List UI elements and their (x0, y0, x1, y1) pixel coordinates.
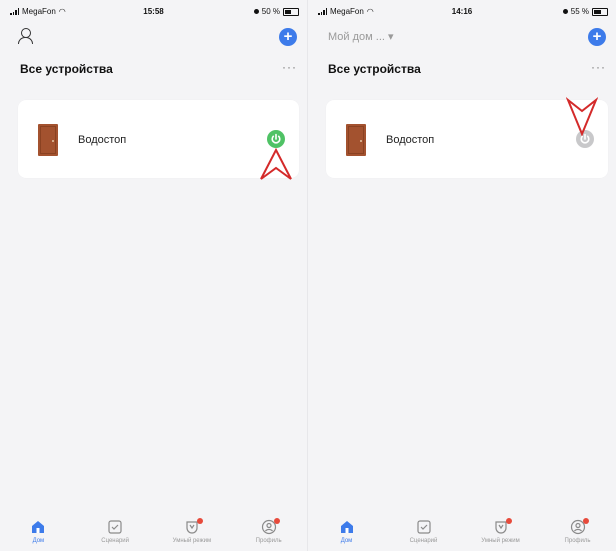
tab-label: Дом (340, 538, 353, 544)
tab-bar: Дом Сценарий Умный режим Профиль (0, 513, 307, 551)
tab-label: Профиль (255, 538, 282, 544)
tab-label: Умный режим (481, 538, 520, 544)
top-bar: Мой дом ... ▾ + (308, 24, 616, 50)
top-bar: + (0, 24, 307, 50)
status-bar: MegaFon ◠ 14:16 55 % (308, 0, 616, 22)
add-device-button[interactable]: + (279, 28, 297, 46)
tab-scenario[interactable]: Сценарий (389, 519, 459, 544)
tab-bar: Дом Сценарий Умный режим Профиль (308, 513, 616, 551)
notification-badge (196, 518, 203, 524)
tab-scenario[interactable]: Сценарий (80, 519, 150, 544)
section-title: Все устройства (20, 62, 113, 76)
add-device-button[interactable]: + (588, 28, 606, 46)
profile-icon (570, 518, 589, 535)
user-icon[interactable] (18, 28, 33, 44)
tab-profile[interactable]: Профиль (234, 518, 304, 544)
annotation-arrow-down (566, 97, 598, 136)
more-options-icon[interactable]: ··· (591, 60, 606, 74)
profile-icon (261, 518, 280, 535)
status-bar: MegaFon ◠ 15:58 50 % (0, 0, 307, 22)
battery: 50 % (253, 7, 299, 16)
left-screen: MegaFon ◠ 15:58 50 % + Все устройства ··… (0, 0, 308, 551)
battery: 55 % (562, 7, 608, 16)
tab-label: Умный режим (172, 538, 212, 544)
do-not-disturb-icon (562, 9, 568, 14)
more-options-icon[interactable]: ··· (282, 60, 297, 74)
screenshot-pair: MegaFon ◠ 15:58 50 % + Все устройства ··… (0, 0, 616, 551)
battery-icon (592, 7, 608, 16)
tab-home[interactable]: Дом (3, 519, 73, 544)
tab-profile[interactable]: Профиль (543, 518, 613, 544)
notification-badge (273, 518, 280, 524)
tab-label: Сценарий (409, 538, 438, 544)
section-title: Все устройства (328, 62, 421, 76)
home-selector[interactable]: Мой дом ... ▾ (328, 30, 394, 43)
tab-label: Профиль (564, 538, 591, 544)
tab-label: Дом (32, 538, 45, 544)
battery-icon (283, 7, 299, 16)
device-name: Водостоп (78, 134, 127, 146)
right-screen: MegaFon ◠ 14:16 55 % Мой дом ... ▾ + Все… (308, 0, 616, 551)
do-not-disturb-icon (253, 9, 259, 14)
section-header: Все устройства ··· (0, 60, 307, 82)
notification-badge (582, 518, 589, 524)
device-name: Водостоп (386, 134, 435, 146)
door-icon (38, 124, 58, 156)
tab-label: Сценарий (101, 538, 129, 544)
power-button[interactable] (267, 130, 285, 148)
device-card[interactable]: Водостоп (18, 100, 299, 178)
home-icon (30, 519, 46, 535)
tab-smart-mode[interactable]: Умный режим (466, 518, 536, 544)
smart-mode-icon (184, 518, 203, 535)
home-icon (339, 519, 355, 535)
notification-badge (505, 518, 512, 524)
door-icon (346, 124, 366, 156)
tab-smart-mode[interactable]: Умный режим (157, 518, 227, 544)
power-icon (271, 133, 281, 144)
scenario-icon (416, 519, 432, 535)
annotation-arrow-up (260, 148, 292, 180)
battery-percent: 55 % (570, 7, 589, 16)
smart-mode-icon (493, 518, 512, 535)
battery-percent: 50 % (261, 7, 280, 16)
tab-home[interactable]: Дом (312, 519, 382, 544)
section-header: Все устройства ··· (308, 60, 616, 82)
scenario-icon (107, 519, 123, 535)
